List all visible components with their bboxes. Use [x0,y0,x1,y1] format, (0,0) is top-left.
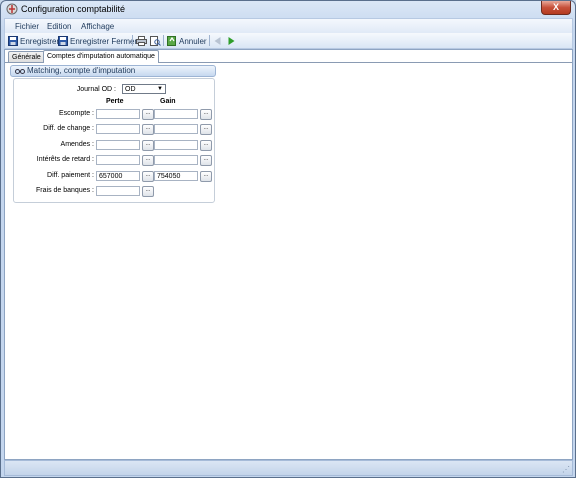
column-gain: Gain [160,98,176,105]
arrow-right-icon [228,37,235,45]
save-icon [8,36,18,46]
row-label-frais-banques: Frais de banques : [36,187,94,194]
diff-change-perte-browse-button[interactable]: ... [142,124,154,135]
frais-banques-perte-browse-button[interactable]: ... [142,186,154,197]
tab-comptes-imputation[interactable]: Comptes d'imputation automatique [43,50,159,63]
chevron-down-icon: ▼ [157,86,163,92]
window-title: Configuration comptabilité [21,4,126,14]
content-area: Générale Comptes d'imputation automatiqu… [4,49,573,460]
frais-banques-perte-input[interactable] [96,186,140,196]
next-button[interactable] [227,35,236,47]
menu-fichier[interactable]: Fichier [15,22,39,31]
amendes-gain-browse-button[interactable]: ... [200,140,212,151]
interets-retard-gain-input[interactable] [154,155,198,165]
row-label-amendes: Amendes : [60,141,94,148]
escompte-gain-browse-button[interactable]: ... [200,109,212,120]
imputation-panel: Journal OD : OD ▼ Perte Gain Escompte : … [13,78,215,203]
app-icon [6,3,18,15]
row-label-interets-retard: Intérêts de retard : [36,156,94,163]
journal-od-select[interactable]: OD ▼ [122,84,166,94]
amendes-perte-browse-button[interactable]: ... [142,140,154,151]
journal-od-value: OD [125,86,136,93]
print-icon [136,36,147,46]
save-button[interactable]: Enregistrer [8,35,59,47]
diff-change-perte-input[interactable] [96,124,140,134]
cancel-icon [167,36,176,46]
save-close-button[interactable]: Enregistrer Fermer [58,35,137,47]
amendes-perte-input[interactable] [96,140,140,150]
row-label-escompte: Escompte : [58,110,94,117]
resize-grip-icon[interactable]: ⋰ [562,465,570,474]
interets-retard-perte-browse-button[interactable]: ... [142,155,154,166]
print-button[interactable] [136,35,147,47]
cancel-button[interactable]: Annuler [167,35,207,47]
application-window: Configuration comptabilité X Fichier Edi… [0,0,576,478]
toolbar-separator [132,35,133,46]
previous-button[interactable] [213,35,222,47]
escompte-perte-input[interactable] [96,109,140,119]
diff-change-gain-browse-button[interactable]: ... [200,124,212,135]
save-close-icon [58,36,68,46]
interets-retard-gain-browse-button[interactable]: ... [200,155,212,166]
escompte-gain-input[interactable] [154,109,198,119]
status-bar: ⋰ [4,460,573,476]
arrow-left-icon [214,37,221,45]
menu-affichage[interactable]: Affichage [81,22,114,31]
glasses-icon [15,69,25,74]
title-bar[interactable]: Configuration comptabilité X [1,1,575,18]
toolbar-separator [209,35,210,46]
toolbar: Enregistrer Enregistrer Fermer Annuler [4,33,573,49]
save-close-label: Enregistrer Fermer [70,36,138,46]
interets-retard-perte-input[interactable] [96,155,140,165]
menu-edition[interactable]: Edition [47,22,71,31]
diff-change-gain-input[interactable] [154,124,198,134]
amendes-gain-input[interactable] [154,140,198,150]
print-preview-icon [150,36,161,46]
diff-paiement-gain-browse-button[interactable]: ... [200,171,212,182]
section-header[interactable]: Matching, compte d'imputation [10,65,216,77]
diff-paiement-perte-browse-button[interactable]: ... [142,171,154,182]
diff-paiement-gain-input[interactable] [154,171,198,181]
section-title: Matching, compte d'imputation [27,66,136,75]
toolbar-separator [163,35,164,46]
column-perte: Perte [106,98,124,105]
escompte-perte-browse-button[interactable]: ... [142,109,154,120]
row-label-diff-change: Diff. de change : [43,125,94,132]
diff-paiement-perte-input[interactable] [96,171,140,181]
print-preview-button[interactable] [150,35,161,47]
journal-od-label: Journal OD : [76,86,116,93]
cancel-label: Annuler [179,36,207,46]
close-button[interactable]: X [541,1,571,15]
save-label: Enregistrer [20,36,60,46]
row-label-diff-paiement: Diff. paiement : [47,172,94,179]
